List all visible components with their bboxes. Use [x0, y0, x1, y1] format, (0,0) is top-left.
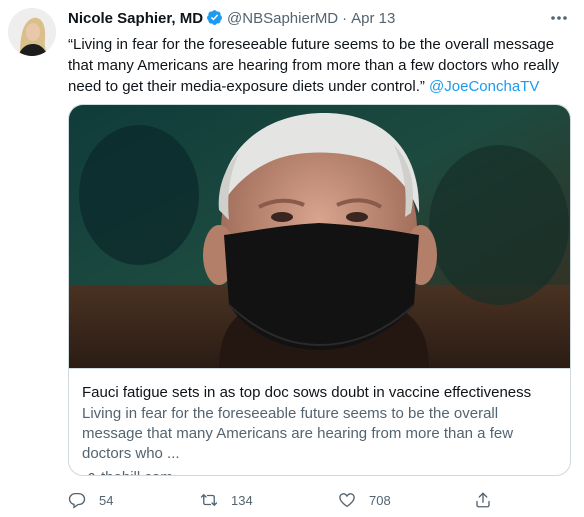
author-name[interactable]: Nicole Saphier, MD	[68, 10, 203, 27]
card-domain-text: thehill.com	[101, 468, 173, 475]
reply-count: 54	[99, 492, 114, 508]
card-domain: thehill.com	[82, 468, 557, 475]
reply-icon	[68, 492, 86, 509]
share-button[interactable]	[474, 489, 492, 511]
card-body: Fauci fatigue sets in as top doc sows do…	[69, 368, 570, 475]
tweet-date[interactable]: Apr 13	[351, 10, 395, 27]
more-dots-icon[interactable]	[548, 8, 570, 28]
tweet-text: “Living in fear for the foreseeable futu…	[68, 34, 568, 97]
avatar[interactable]	[8, 8, 56, 56]
like-count: 708	[369, 492, 391, 508]
card-description: Living in fear for the foreseeable futur…	[82, 405, 514, 462]
share-icon	[476, 492, 490, 508]
card-title: Fauci fatigue sets in as top doc sows do…	[82, 384, 532, 401]
avatar-image	[8, 8, 56, 56]
mention-link[interactable]: @JoeConchaTV	[429, 78, 539, 95]
author-handle[interactable]: @NBSaphierMD	[227, 10, 338, 27]
tweet-header: Nicole Saphier, MD @NBSaphierMD · Apr 13	[68, 9, 572, 29]
separator: ·	[342, 10, 348, 27]
retweet-button[interactable]: 134	[200, 489, 253, 511]
link-card[interactable]: Fauci fatigue sets in as top doc sows do…	[68, 104, 571, 476]
like-button[interactable]: 708	[338, 489, 391, 511]
retweet-count: 134	[231, 492, 253, 508]
card-image	[69, 105, 570, 368]
tweet-actions: 54 134 708	[68, 489, 498, 511]
verified-badge-icon	[207, 10, 222, 25]
retweet-icon	[200, 494, 218, 506]
tweet: Nicole Saphier, MD @NBSaphierMD · Apr 13 “L…	[0, 0, 584, 517]
heart-icon	[339, 493, 355, 508]
reply-button[interactable]: 54	[68, 489, 113, 511]
link-icon	[87, 472, 95, 475]
